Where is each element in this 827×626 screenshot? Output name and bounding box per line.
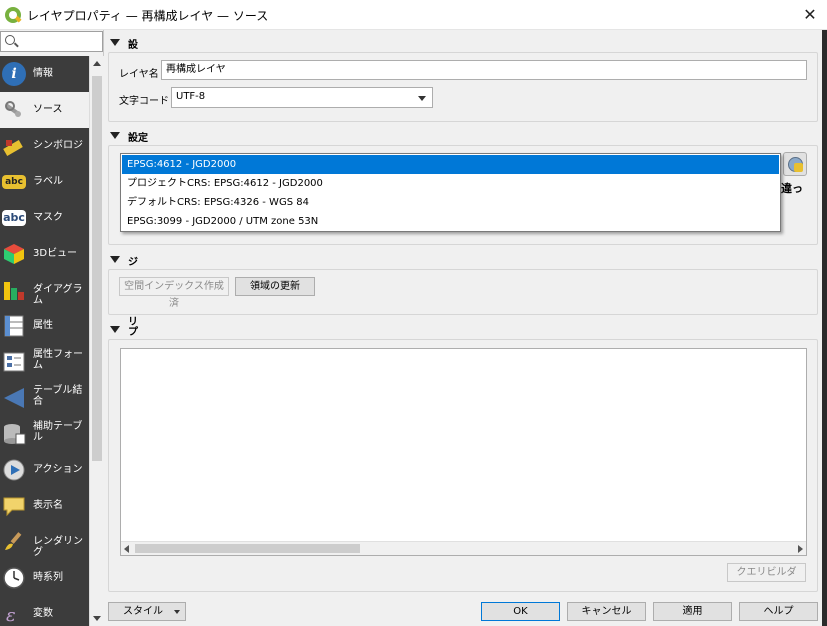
auxiliary-storage-icon xyxy=(2,422,26,446)
search-icon xyxy=(5,35,15,45)
crs-option[interactable]: EPSG:3099 - JGD2000 / UTM zone 53N xyxy=(122,212,779,231)
collapse-triangle-icon xyxy=(110,39,120,46)
info-icon: i xyxy=(2,62,26,86)
sidebar: i 情報 ソース シンボロジ abc ラベル abc マスク 3Dビュー ダイア… xyxy=(0,30,104,626)
sidebar-item-labels[interactable]: abc ラベル xyxy=(0,164,89,200)
globe-icon xyxy=(788,157,803,172)
window-title: レイヤプロパティ — 再構成レイヤ — ソース xyxy=(27,9,269,23)
apply-button[interactable]: 適用 xyxy=(653,602,732,621)
sidebar-item-attributes[interactable]: 属性 xyxy=(0,308,89,344)
collapse-triangle-icon xyxy=(110,132,120,139)
sidebar-item-display[interactable]: 表示名 xyxy=(0,488,89,524)
collapse-triangle-icon xyxy=(110,326,120,333)
attributes-icon xyxy=(2,314,26,338)
labels-icon: abc xyxy=(2,170,26,194)
mask-icon: abc xyxy=(2,210,26,226)
sidebar-item-rendering[interactable]: レンダリング xyxy=(0,524,89,560)
sidebar-item-joins[interactable]: テーブル結合 xyxy=(0,380,89,416)
variables-icon: ε xyxy=(2,602,26,626)
scroll-down-icon[interactable] xyxy=(93,616,101,621)
sidebar-item-info[interactable]: i 情報 xyxy=(0,56,89,92)
spatial-index-button[interactable]: 空間インデックス作成済 xyxy=(119,277,229,309)
joins-icon xyxy=(2,386,26,410)
horizontal-scrollbar[interactable] xyxy=(121,541,806,555)
sidebar-item-symbology[interactable]: シンボロジ xyxy=(0,128,89,164)
sidebar-item-attributes-form[interactable]: 属性フォーム xyxy=(0,344,89,380)
chevron-down-icon xyxy=(174,610,180,614)
sidebar-nav: i 情報 ソース シンボロジ abc ラベル abc マスク 3Dビュー ダイア… xyxy=(0,56,89,626)
sidebar-item-variables[interactable]: ε 変数 xyxy=(0,596,89,626)
background-window-edge xyxy=(822,30,827,626)
query-builder-button[interactable]: クエリビルダ xyxy=(727,563,806,582)
symbology-icon xyxy=(2,134,26,158)
sidebar-item-actions[interactable]: アクション xyxy=(0,452,89,488)
search-input[interactable] xyxy=(0,31,103,52)
diagram-icon xyxy=(2,278,26,302)
sidebar-item-diagram[interactable]: ダイアグラム xyxy=(0,272,89,308)
sidebar-scrollbar[interactable] xyxy=(89,56,104,626)
scroll-right-icon[interactable] xyxy=(798,545,803,553)
chevron-down-icon xyxy=(418,96,426,101)
source-icon xyxy=(2,98,26,122)
layer-name-label: レイヤ名 xyxy=(119,69,159,80)
scroll-left-icon[interactable] xyxy=(124,545,129,553)
svg-text:ε: ε xyxy=(6,605,16,626)
attributes-form-icon xyxy=(2,350,26,374)
rendering-icon xyxy=(2,530,26,554)
3d-view-icon xyxy=(2,242,26,266)
filter-expression-textarea[interactable] xyxy=(120,348,807,556)
qgis-logo-icon xyxy=(5,7,22,23)
scroll-up-icon[interactable] xyxy=(93,61,101,66)
cancel-button[interactable]: キャンセル xyxy=(567,602,646,621)
display-icon xyxy=(2,494,26,518)
update-extents-button[interactable]: 領域の更新 xyxy=(235,277,315,296)
crs-option[interactable]: デフォルトCRS: EPSG:4326 - WGS 84 xyxy=(122,193,779,212)
actions-icon xyxy=(2,458,26,482)
sidebar-item-3d-view[interactable]: 3Dビュー xyxy=(0,236,89,272)
sidebar-item-source[interactable]: ソース xyxy=(0,92,89,128)
style-menu-button[interactable]: スタイル xyxy=(108,602,186,621)
temporal-icon xyxy=(2,566,26,590)
encoding-combo[interactable]: UTF-8 xyxy=(171,87,433,108)
layer-name-input[interactable]: 再構成レイヤ xyxy=(161,60,807,80)
help-button[interactable]: ヘルプ xyxy=(739,602,818,621)
scrollbar-thumb[interactable] xyxy=(135,544,360,553)
encoding-label: 文字コード xyxy=(119,96,169,107)
scrollbar-thumb[interactable] xyxy=(92,76,102,461)
sidebar-item-temporal[interactable]: 時系列 xyxy=(0,560,89,596)
crs-option[interactable]: EPSG:4612 - JGD2000 xyxy=(122,155,779,174)
collapse-triangle-icon xyxy=(110,256,120,263)
title-bar: レイヤプロパティ — 再構成レイヤ — ソース ✕ xyxy=(0,0,827,30)
crs-option[interactable]: プロジェクトCRS: EPSG:4612 - JGD2000 xyxy=(122,174,779,193)
truncated-label: 違っ xyxy=(781,182,803,195)
close-button[interactable]: ✕ xyxy=(799,4,821,26)
ok-button[interactable]: OK xyxy=(481,602,560,621)
select-crs-button[interactable] xyxy=(783,152,807,176)
sidebar-item-mask[interactable]: abc マスク xyxy=(0,200,89,236)
crs-dropdown-list[interactable]: EPSG:4612 - JGD2000 プロジェクトCRS: EPSG:4612… xyxy=(120,153,781,232)
sidebar-item-auxiliary-storage[interactable]: 補助テーブル xyxy=(0,416,89,452)
